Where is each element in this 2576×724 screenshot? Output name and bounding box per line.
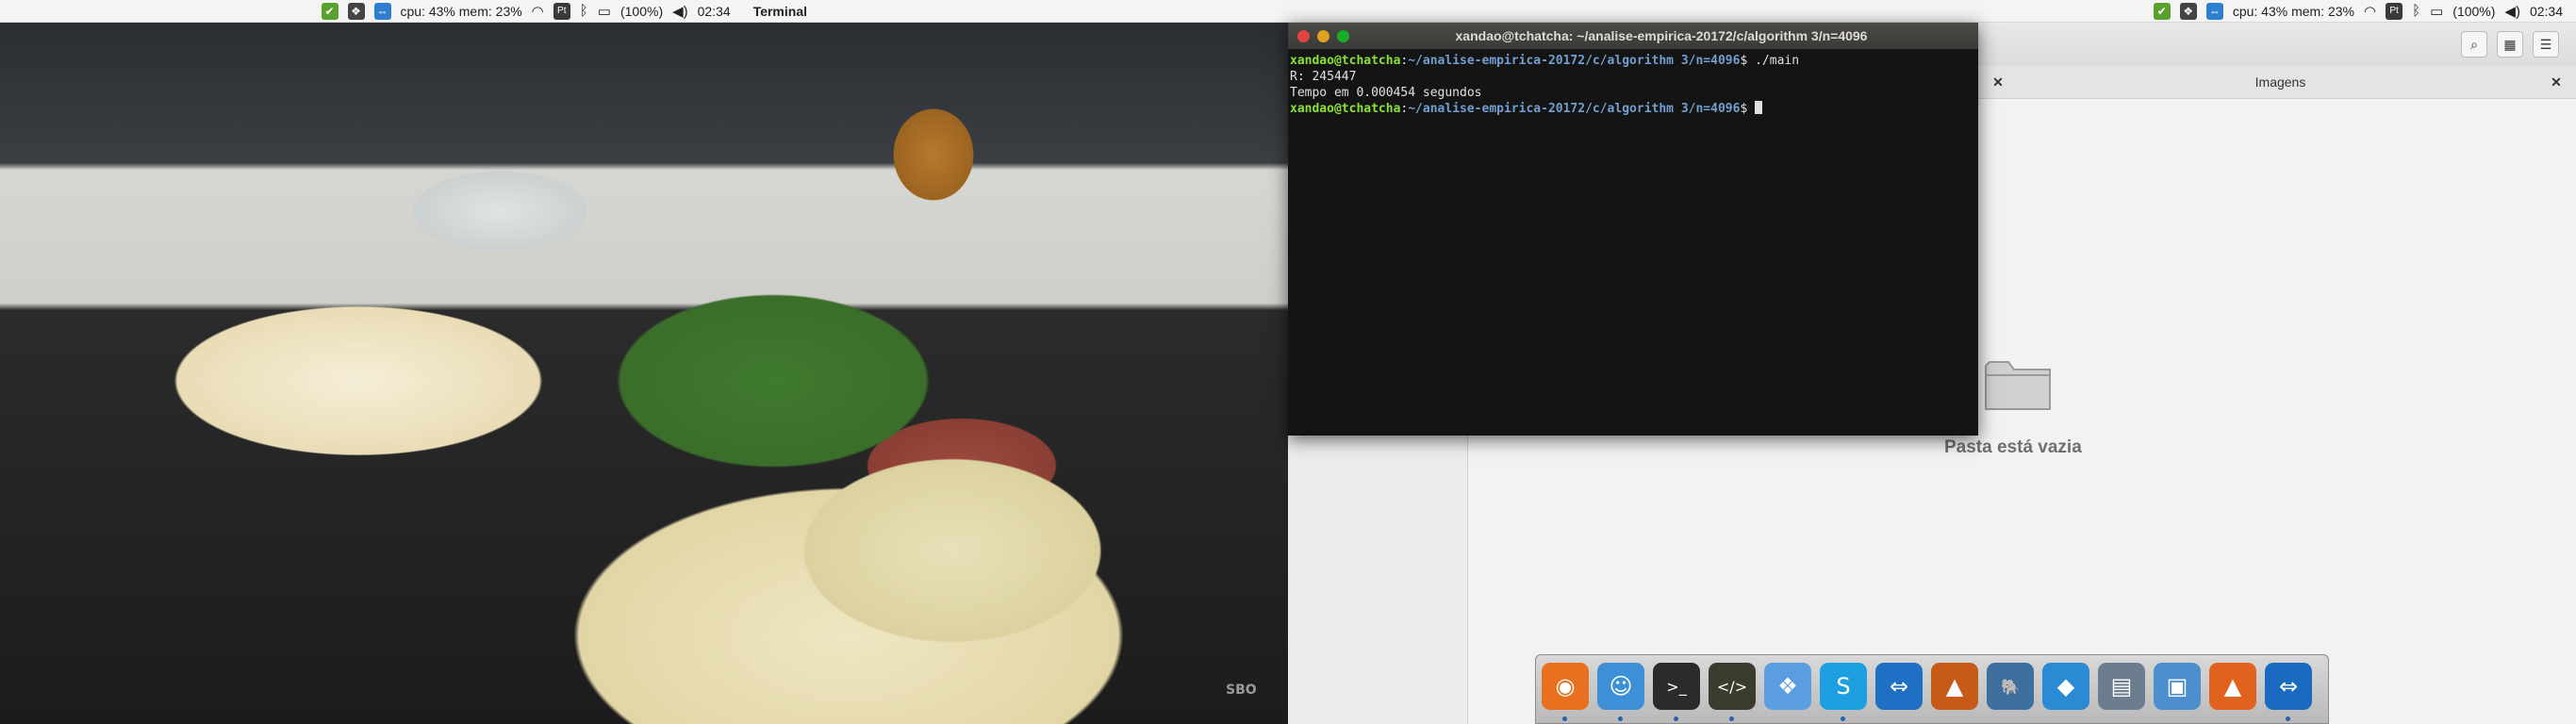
close-tab-icon[interactable]: ✕ bbox=[1990, 74, 2006, 90]
skype-icon[interactable]: S bbox=[1820, 663, 1867, 710]
virtualbox-icon[interactable]: ▣ bbox=[2154, 663, 2201, 710]
system-monitor[interactable]: cpu: 43% mem: 23% bbox=[401, 4, 522, 19]
postgresql-icon[interactable]: 🐘 bbox=[1987, 663, 2034, 710]
prompt-symbol-current: $ bbox=[1740, 102, 1748, 116]
wifi-icon[interactable]: ◠ bbox=[532, 3, 544, 20]
menu-icon[interactable]: ☰ bbox=[2533, 31, 2559, 58]
firefox-icon[interactable]: ◉ bbox=[1542, 663, 1589, 710]
teamviewer-tray-icon[interactable]: ⇔ bbox=[373, 2, 391, 20]
running-indicator bbox=[1841, 716, 1845, 721]
prompt-path: ~/analise-empirica-20172/c/algorithm 3/n… bbox=[1408, 54, 1741, 68]
battery-icon-right[interactable]: ▭ bbox=[2430, 3, 2443, 20]
teamviewer-tray-icon-right[interactable]: ⇔ bbox=[2205, 2, 2223, 20]
empty-folder-message: Pasta está vazia bbox=[1944, 437, 2082, 457]
teamviewer-2-icon[interactable]: ⇔ bbox=[2265, 663, 2312, 710]
volume-icon[interactable]: ◀) bbox=[672, 3, 688, 20]
running-indicator bbox=[1618, 716, 1623, 721]
dropbox-icon[interactable]: ❖ bbox=[1764, 663, 1811, 710]
clock-right[interactable]: 02:34 bbox=[2530, 4, 2563, 19]
top-panel-left: ✔ ❖ ⇔ cpu: 43% mem: 23% ◠ Pt ᛒ ▭ (100%) … bbox=[0, 0, 1288, 23]
clock[interactable]: 02:34 bbox=[698, 4, 731, 19]
ubuntu-software-icon[interactable]: ▲ bbox=[2209, 663, 2256, 710]
top-panel-right: ✔ ❖ ⇔ cpu: 43% mem: 23% ◠ Pt ᛒ ▭ (100%) … bbox=[1288, 0, 2576, 23]
matlab-icon[interactable]: ▲ bbox=[1931, 663, 1978, 710]
view-grid-icon[interactable]: ▦ bbox=[2497, 31, 2523, 58]
check-icon-right[interactable]: ✔ bbox=[2153, 2, 2171, 20]
terminal-current-prompt: xandao@tchatcha:~/analise-empirica-20172… bbox=[1290, 101, 1976, 117]
prompt-path-current: ~/analise-empirica-20172/c/algorithm 3/n… bbox=[1408, 102, 1741, 116]
teamviewer-icon[interactable]: ⇔ bbox=[1875, 663, 1923, 710]
dock: ◉ ☺ >_ </> ❖ S ⇔ ▲ 🐘 ◆ ▤ ▣ ▲ ⇔ bbox=[1535, 654, 2329, 724]
terminal-command-line: xandao@tchatcha:~/analise-empirica-20172… bbox=[1290, 54, 1800, 68]
prompt-userhost: xandao@tchatcha bbox=[1290, 54, 1401, 68]
search-icon[interactable]: ⌕ bbox=[2461, 31, 2487, 58]
terminal-window[interactable]: xandao@tchatcha: ~/analise-empirica-2017… bbox=[1288, 23, 1978, 436]
running-indicator bbox=[1729, 716, 1734, 721]
terminal-cursor bbox=[1755, 101, 1763, 114]
dropbox-tray-icon-right[interactable]: ❖ bbox=[2179, 2, 2197, 20]
terminal-icon[interactable]: >_ bbox=[1653, 663, 1700, 710]
bluetooth-icon-right[interactable]: ᛒ bbox=[2412, 3, 2420, 19]
battery-level[interactable]: (100%) bbox=[620, 4, 663, 19]
wifi-icon-right[interactable]: ◠ bbox=[2364, 3, 2376, 20]
check-icon[interactable]: ✔ bbox=[321, 2, 339, 20]
terminal-titlebar[interactable]: xandao@tchatcha: ~/analise-empirica-2017… bbox=[1288, 23, 1978, 49]
terminal-output[interactable]: xandao@tchatcha:~/analise-empirica-20172… bbox=[1288, 49, 1978, 121]
keyboard-layout-right[interactable]: Pt bbox=[2386, 2, 2403, 20]
running-indicator bbox=[2286, 716, 2290, 721]
running-indicator bbox=[1674, 716, 1678, 721]
running-indicator bbox=[1562, 716, 1567, 721]
mysql-workbench-icon[interactable]: ◆ bbox=[2042, 663, 2089, 710]
terminal-output-result: R: 245447 bbox=[1290, 70, 1357, 84]
tab-imagens[interactable]: Imagens bbox=[2014, 66, 2547, 98]
dropbox-tray-icon[interactable]: ❖ bbox=[347, 2, 365, 20]
scanner-icon[interactable]: ▤ bbox=[2098, 663, 2145, 710]
video-frame-pizza: SBO bbox=[0, 23, 1288, 724]
video-watermark: SBO bbox=[1226, 683, 1257, 698]
empty-folder-icon bbox=[1985, 361, 2051, 410]
finder-icon[interactable]: ☺ bbox=[1597, 663, 1644, 710]
prompt-userhost-current: xandao@tchatcha bbox=[1290, 102, 1401, 116]
battery-level-right[interactable]: (100%) bbox=[2452, 4, 2495, 19]
battery-icon[interactable]: ▭ bbox=[598, 3, 611, 20]
terminal-output-time: Tempo em 0.000454 segundos bbox=[1290, 86, 1482, 100]
system-monitor-right[interactable]: cpu: 43% mem: 23% bbox=[2233, 4, 2354, 19]
terminal-title: xandao@tchatcha: ~/analise-empirica-2017… bbox=[1455, 28, 1868, 43]
code-editor-icon[interactable]: </> bbox=[1709, 663, 1756, 710]
close-tab-imagens-icon[interactable]: ✕ bbox=[2548, 74, 2565, 90]
terminal-command: ./main bbox=[1747, 54, 1800, 68]
active-app-name[interactable]: Terminal bbox=[753, 4, 807, 19]
keyboard-layout[interactable]: Pt bbox=[553, 2, 570, 20]
volume-icon-right[interactable]: ◀) bbox=[2504, 3, 2520, 20]
bluetooth-icon[interactable]: ᛒ bbox=[580, 3, 588, 19]
